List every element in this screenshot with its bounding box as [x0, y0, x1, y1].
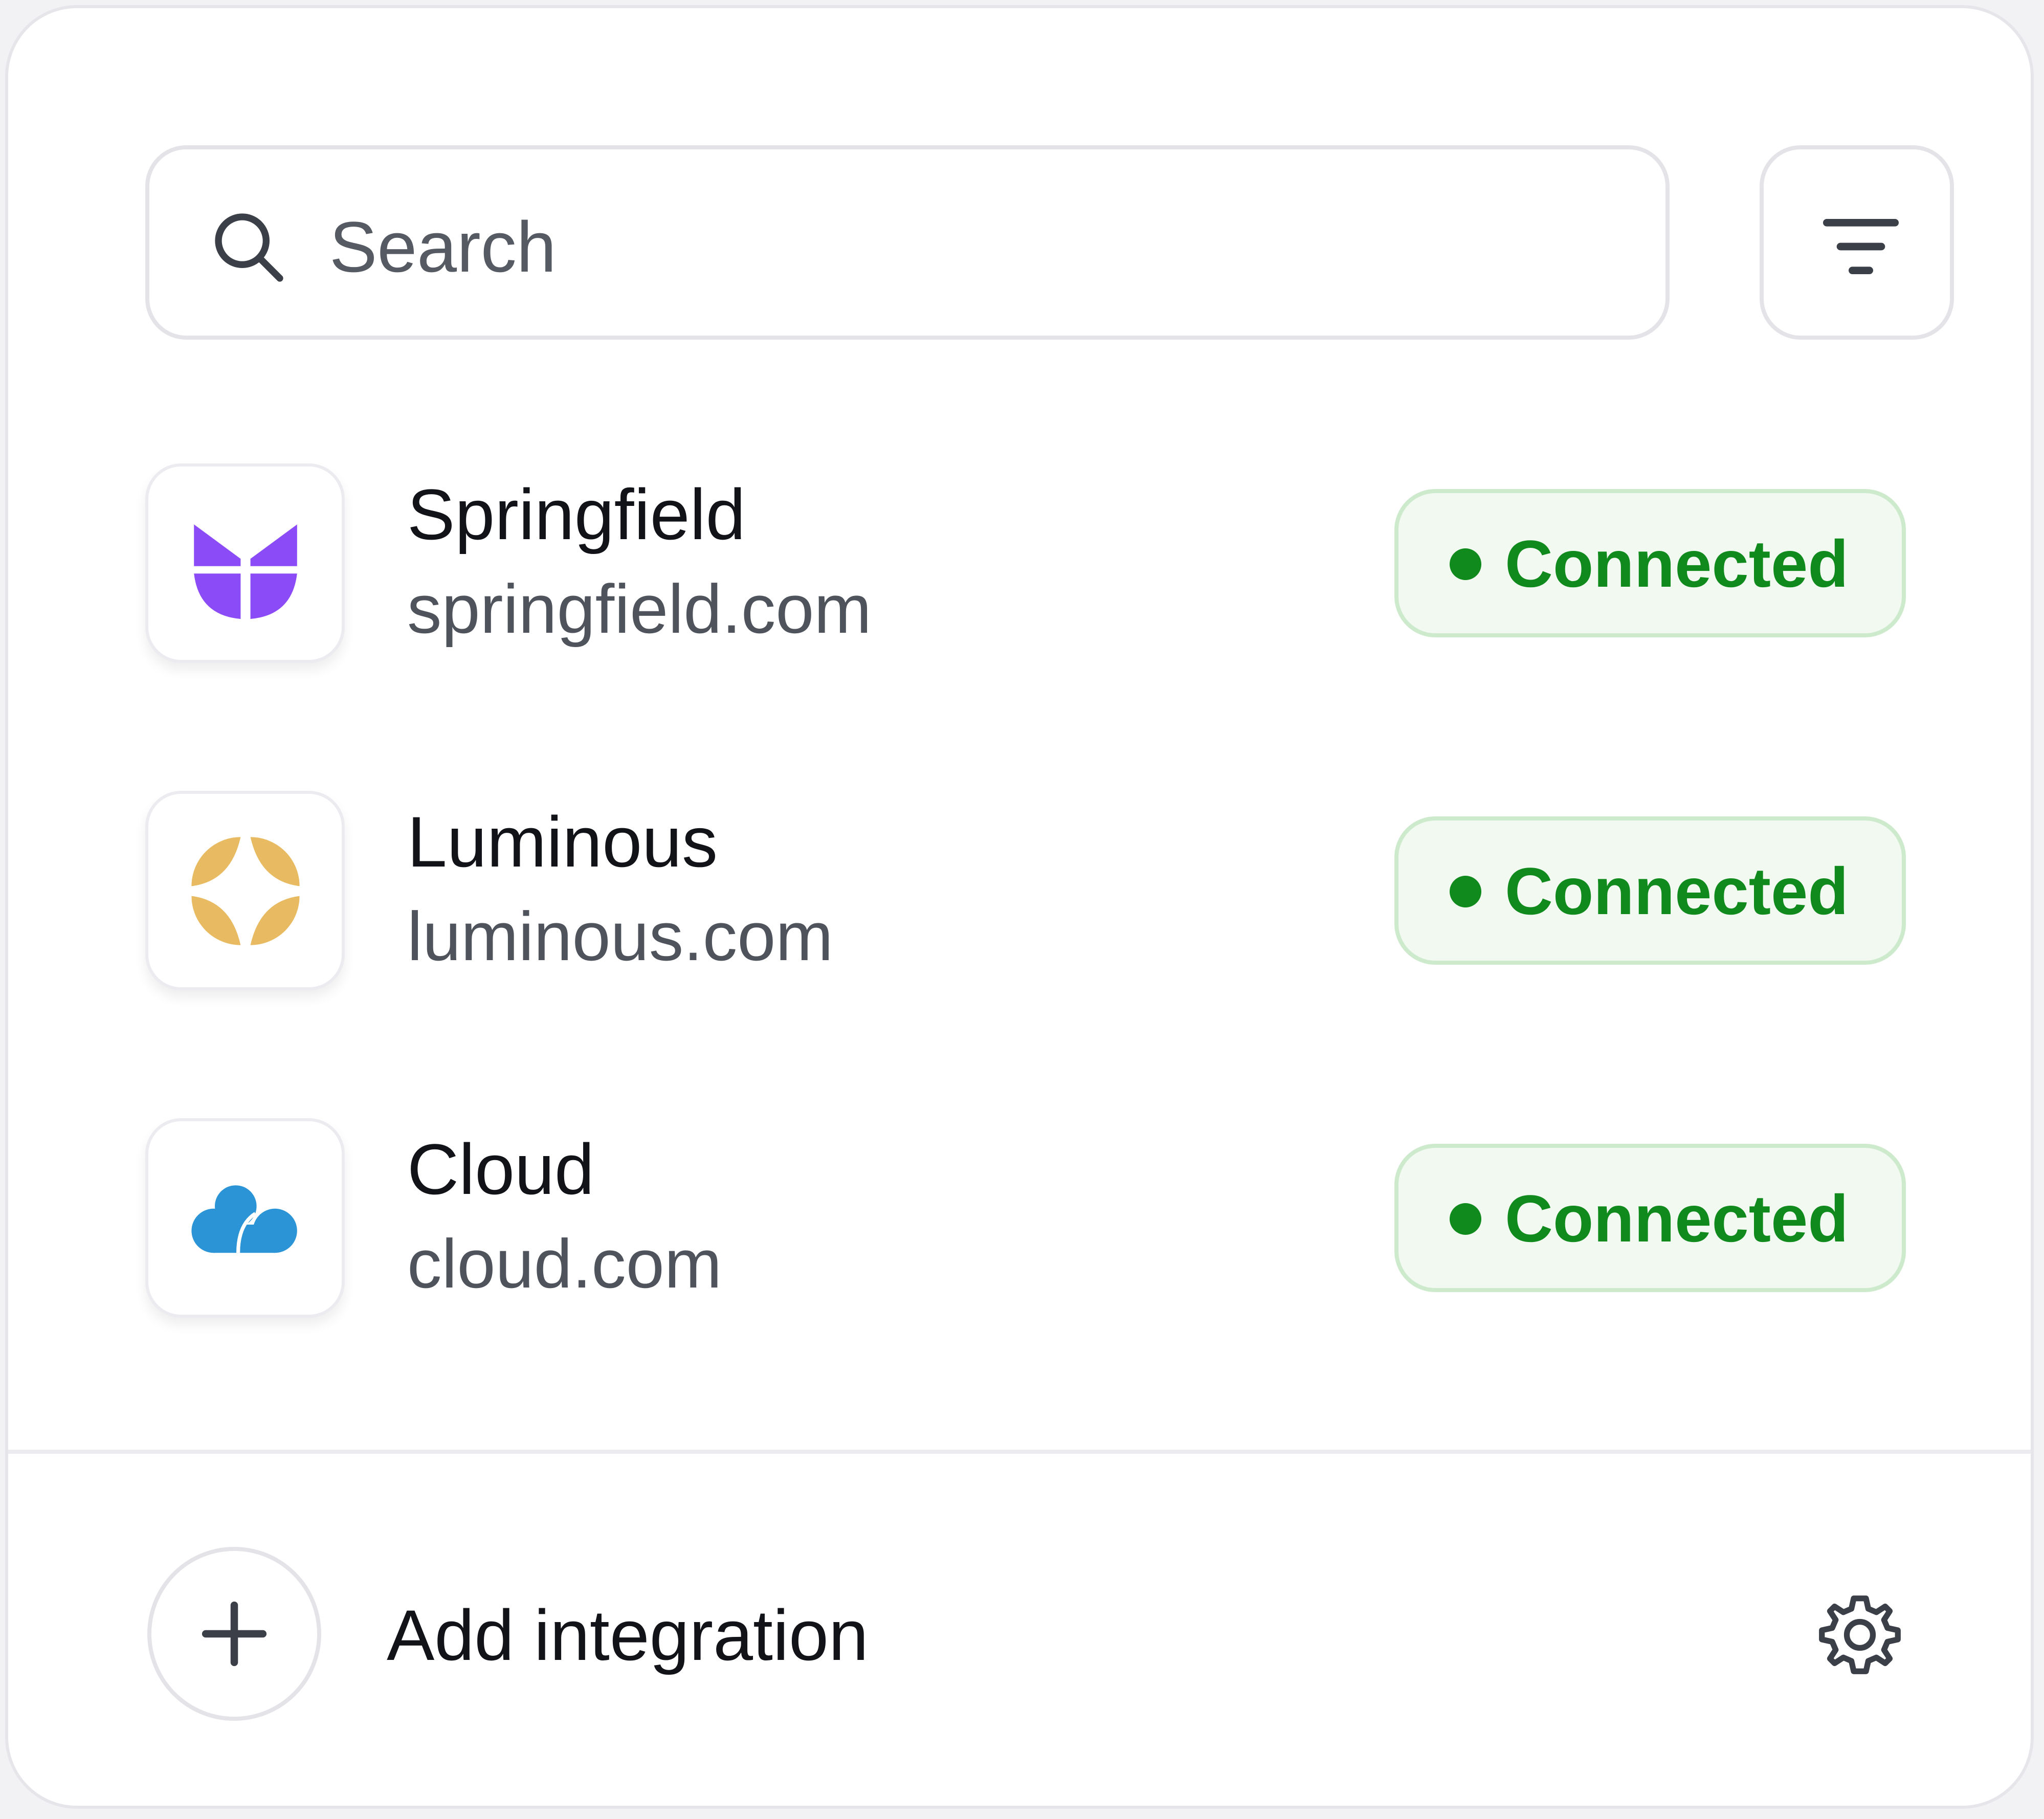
- integration-name: Springfield: [407, 474, 746, 554]
- integration-domain: cloud.com: [407, 1225, 722, 1302]
- status-badge: Connected: [1394, 489, 1906, 637]
- gear-icon[interactable]: [1814, 1589, 1906, 1681]
- integration-row-springfield[interactable]: Springfield springfield.com Connected: [8, 463, 2031, 668]
- integration-logo: [145, 1118, 345, 1318]
- cloud-icon: [191, 1185, 297, 1253]
- add-integration-button[interactable]: [147, 1547, 321, 1721]
- status-badge: Connected: [1394, 1144, 1906, 1292]
- integration-logo: [145, 463, 345, 663]
- status-label: Connected: [1505, 1181, 1849, 1256]
- status-dot: [1450, 1203, 1481, 1235]
- search-input[interactable]: [328, 195, 1609, 299]
- footer-divider: [8, 1450, 2031, 1454]
- integration-logo: [145, 791, 345, 990]
- filter-icon: [1823, 219, 1899, 274]
- integrations-card: Springfield springfield.com Connected Lu…: [5, 5, 2034, 1809]
- integration-name: Luminous: [407, 802, 718, 882]
- search-box[interactable]: [145, 145, 1670, 340]
- integration-domain: springfield.com: [407, 570, 872, 648]
- integration-row-cloud[interactable]: Cloud cloud.com Connected: [8, 1118, 2031, 1323]
- status-label: Connected: [1505, 526, 1849, 601]
- search-icon: [215, 213, 283, 282]
- integration-domain: luminous.com: [407, 898, 833, 975]
- status-badge: Connected: [1394, 816, 1906, 965]
- status-dot: [1450, 876, 1481, 907]
- tulip-icon: [194, 524, 297, 619]
- filter-button[interactable]: [1760, 145, 1954, 340]
- integration-row-luminous[interactable]: Luminous luminous.com Connected: [8, 791, 2031, 995]
- integration-name: Cloud: [407, 1129, 594, 1209]
- add-integration-label[interactable]: Add integration: [387, 1592, 869, 1679]
- four-petal-icon: [191, 837, 300, 945]
- status-dot: [1450, 548, 1481, 580]
- plus-icon: [202, 1601, 267, 1667]
- status-label: Connected: [1505, 854, 1849, 928]
